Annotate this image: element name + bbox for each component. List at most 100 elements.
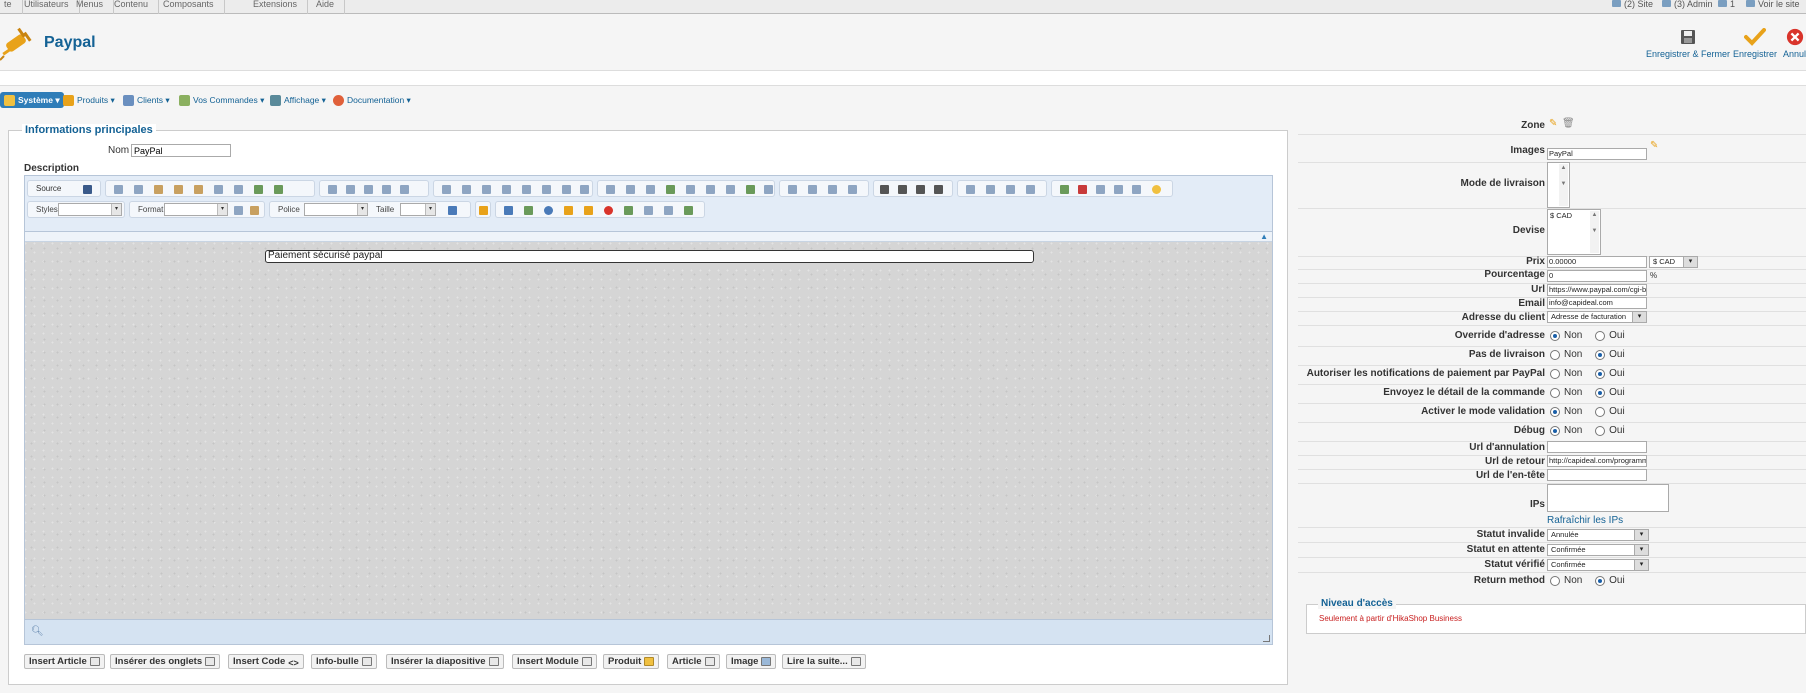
font-combo[interactable]: Police ▾ Taille ▾: [269, 201, 471, 218]
list-tools[interactable]: [779, 180, 869, 197]
insert-article-button[interactable]: Insert Article: [24, 654, 105, 669]
insert-tools[interactable]: [1051, 180, 1173, 197]
editor-content-area[interactable]: Paiement sécurisé paypal: [25, 242, 1272, 620]
bg-color-tool[interactable]: [475, 201, 491, 218]
edit-zone-icon[interactable]: ✎: [1549, 118, 1557, 129]
url-annulation-input[interactable]: [1547, 441, 1647, 453]
products-icon: [63, 95, 74, 107]
print-icon: [234, 185, 243, 194]
menu-vos-commandes[interactable]: Vos Commandes ▾: [179, 92, 264, 108]
tooltip-button[interactable]: Info-bulle: [311, 654, 377, 669]
menu-systeme[interactable]: Système ▾: [0, 92, 64, 108]
collapse-toolbar-icon[interactable]: ▲: [1260, 232, 1268, 242]
article-button[interactable]: Article: [667, 654, 720, 669]
tabs-icon: [205, 656, 216, 666]
devise-select[interactable]: $ CAD ▲ ▼: [1547, 209, 1601, 255]
override-oui-radio[interactable]: [1595, 330, 1606, 341]
insert-slide-button[interactable]: Insérer la diapositive: [386, 654, 504, 669]
form-icon: [606, 185, 615, 194]
messages-count-link[interactable]: 1: [1718, 0, 1735, 9]
source-button[interactable]: Source: [27, 180, 101, 197]
return-method-non-radio[interactable]: [1550, 575, 1560, 586]
eraser-icon: [364, 185, 373, 194]
pourcentage-input[interactable]: 0: [1547, 270, 1647, 282]
menu-extensions[interactable]: Extensions: [243, 0, 309, 14]
styles-select[interactable]: ▾: [58, 203, 122, 216]
form-tools[interactable]: [597, 180, 775, 197]
return-method-oui-radio[interactable]: [1595, 575, 1606, 586]
activer-oui-radio[interactable]: [1595, 406, 1606, 417]
insert-tabs-button[interactable]: Insérer des onglets: [110, 654, 221, 669]
image-button[interactable]: Image: [726, 654, 777, 669]
pas-livraison-non-radio[interactable]: [1550, 349, 1560, 360]
font-select[interactable]: ▾: [304, 203, 368, 216]
prix-currency-select[interactable]: $ CAD ▾: [1649, 256, 1698, 268]
text-format-tools[interactable]: [433, 180, 593, 197]
url-retour-input[interactable]: http://capideal.com/programm: [1547, 455, 1647, 467]
envoyez-oui-radio[interactable]: [1595, 387, 1606, 398]
site-count-link[interactable]: (2) Site: [1612, 0, 1653, 9]
remove-format-icon: [234, 206, 243, 215]
ips-textarea[interactable]: [1547, 484, 1669, 512]
statut-attente-select[interactable]: Confirmée ▾: [1547, 544, 1649, 556]
clipboard-tools[interactable]: [105, 180, 315, 197]
statut-invalide-select[interactable]: Annulée ▾: [1547, 529, 1649, 541]
debug-non-radio[interactable]: [1550, 425, 1560, 436]
align-tools[interactable]: [873, 180, 953, 197]
save-close-button[interactable]: Enregistrer & Fermer: [1646, 28, 1730, 59]
admin-count-link[interactable]: (3) Admin: [1662, 0, 1713, 9]
images-input[interactable]: PayPal: [1547, 148, 1647, 160]
styles-combo[interactable]: Styles ▾: [27, 201, 125, 218]
cancel-button[interactable]: Annul: [1783, 28, 1806, 59]
menu-produits[interactable]: Produits ▾: [63, 92, 115, 108]
menu-clients[interactable]: Clients ▾: [123, 92, 170, 108]
readmore-icon: [850, 656, 861, 666]
format-combo[interactable]: Format ▾: [129, 201, 265, 218]
find-replace-icon: [382, 185, 391, 194]
activer-non-radio[interactable]: [1550, 406, 1560, 417]
debug-oui-radio[interactable]: [1595, 425, 1606, 436]
refresh-ips-link[interactable]: Rafraîchir les IPs: [1547, 515, 1623, 526]
product-button[interactable]: Produit: [603, 654, 660, 669]
mode-livraison-select[interactable]: ▲ ▼: [1547, 162, 1570, 208]
magnifier-icon[interactable]: 🔍︎: [31, 626, 44, 637]
edit-images-icon[interactable]: ✎: [1650, 140, 1658, 151]
statut-attente-label: Statut en attente: [1466, 544, 1545, 555]
autoriser-non-radio[interactable]: [1550, 368, 1560, 379]
undo-tools[interactable]: [319, 180, 429, 197]
autoriser-oui-radio[interactable]: [1595, 368, 1606, 379]
menu-contenu[interactable]: Contenu: [104, 0, 160, 14]
color-wheel-icon: [604, 206, 613, 215]
read-more-button[interactable]: Lire la suite...: [782, 654, 866, 669]
url-input[interactable]: https://www.paypal.com/cgi-bi: [1547, 284, 1647, 296]
format-select[interactable]: ▾: [164, 203, 228, 216]
insert-module-button[interactable]: Insert Module: [512, 654, 597, 669]
insert-misc-tools[interactable]: [495, 201, 705, 218]
email-input[interactable]: info@capideal.com: [1547, 297, 1647, 309]
insert-code-button[interactable]: Insert Code <>: [228, 654, 304, 669]
prix-input[interactable]: 0.00000: [1547, 256, 1647, 268]
envoyez-non-radio[interactable]: [1550, 387, 1560, 398]
url-entete-input[interactable]: [1547, 469, 1647, 481]
adresse-client-select[interactable]: Adresse de facturation ▾: [1547, 311, 1647, 323]
view-site-link[interactable]: Voir le site: [1746, 0, 1800, 9]
statut-verifie-select[interactable]: Confirmée ▾: [1547, 559, 1649, 571]
override-non-radio[interactable]: [1550, 330, 1560, 341]
resize-handle[interactable]: [1263, 635, 1270, 642]
delete-zone-icon[interactable]: 🗑︎: [1562, 118, 1575, 129]
editor-content-text[interactable]: Paiement sécurisé paypal: [265, 250, 1034, 263]
docprops-icon: [664, 206, 673, 215]
save-button[interactable]: Enregistrer: [1733, 28, 1777, 59]
size-select[interactable]: ▾: [400, 203, 436, 216]
nom-input[interactable]: [131, 144, 231, 157]
pas-livraison-oui-radio[interactable]: [1595, 349, 1606, 360]
menu-composants[interactable]: Composants: [153, 0, 225, 14]
menu-affichage[interactable]: Affichage ▾: [270, 92, 326, 108]
menu-aide[interactable]: Aide: [306, 0, 346, 14]
iframe-icon: [584, 206, 593, 215]
slide-icon: [488, 656, 499, 666]
menu-documentation[interactable]: Documentation ▾: [333, 92, 411, 108]
paste-word-icon: [194, 185, 203, 194]
link-tools[interactable]: [957, 180, 1047, 197]
users-icon: [1612, 0, 1621, 7]
